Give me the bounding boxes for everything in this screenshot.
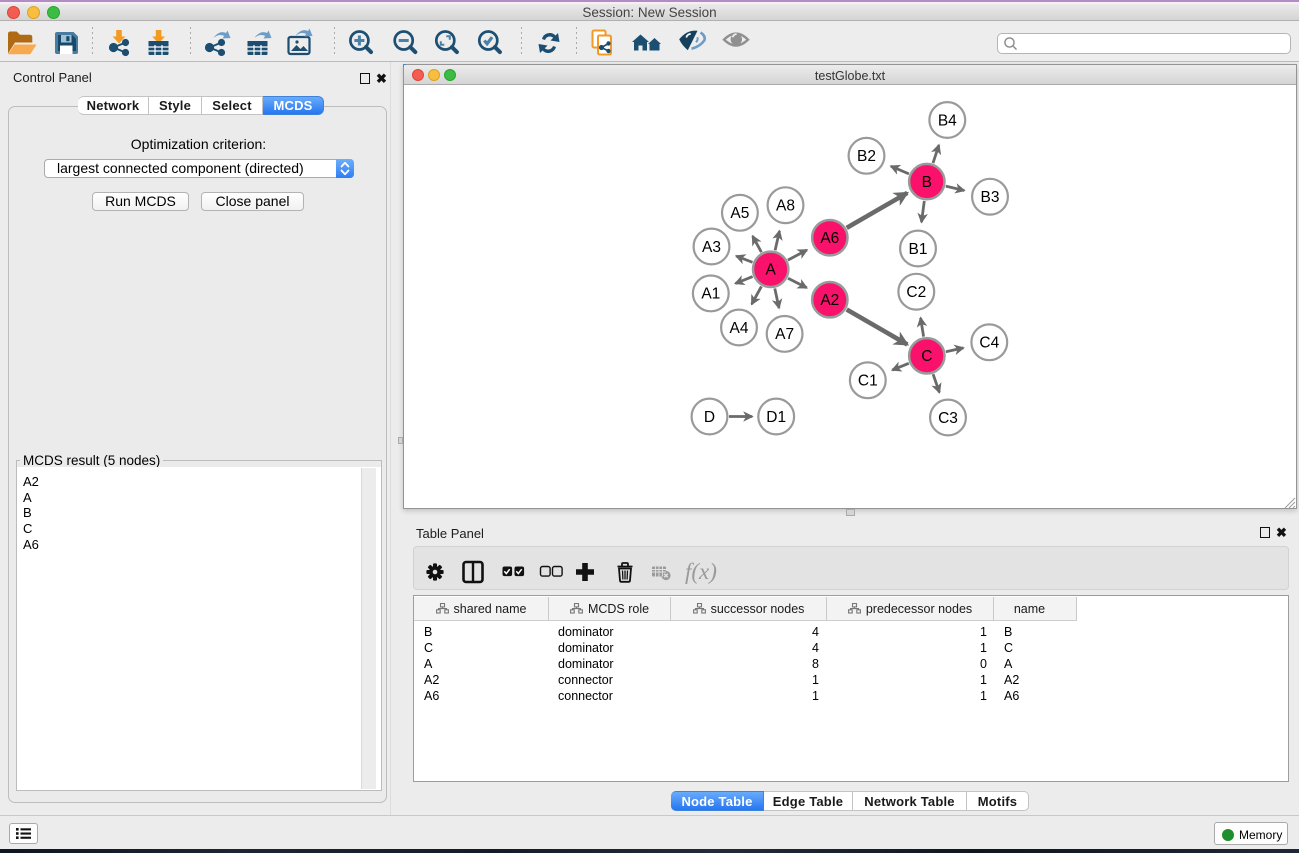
svg-text:C: C (921, 348, 932, 365)
svg-text:A3: A3 (702, 239, 721, 256)
svg-text:C3: C3 (938, 410, 958, 427)
svg-text:A4: A4 (730, 320, 749, 337)
svg-text:D: D (704, 409, 715, 426)
svg-text:C4: C4 (979, 335, 999, 352)
svg-text:B: B (922, 174, 932, 191)
svg-text:B1: B1 (909, 241, 928, 258)
svg-text:A6: A6 (820, 230, 839, 247)
svg-text:A8: A8 (776, 198, 795, 215)
svg-text:A: A (766, 262, 777, 279)
svg-text:C1: C1 (858, 373, 878, 390)
svg-text:B4: B4 (938, 112, 957, 129)
svg-text:f(x): f(x) (685, 559, 717, 584)
svg-text:B2: B2 (857, 148, 876, 165)
svg-text:A2: A2 (820, 292, 839, 309)
svg-text:D1: D1 (766, 409, 786, 426)
svg-text:B3: B3 (981, 189, 1000, 206)
svg-text:A7: A7 (775, 326, 794, 343)
svg-text:A1: A1 (701, 286, 720, 303)
svg-text:A5: A5 (730, 205, 749, 222)
svg-text:C2: C2 (906, 284, 926, 301)
